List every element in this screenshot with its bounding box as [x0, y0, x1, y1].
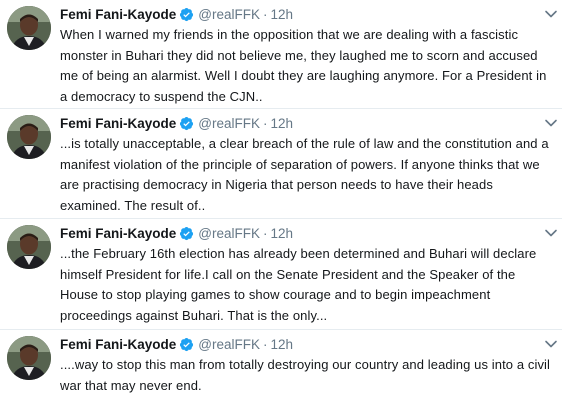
- author-name[interactable]: Femi Fani-Kayode: [60, 7, 176, 22]
- author-name[interactable]: Femi Fani-Kayode: [60, 116, 176, 131]
- author-handle[interactable]: @realFFK: [198, 226, 260, 241]
- tweet-header: Femi Fani-Kayode @realFFK · 12h: [60, 335, 554, 354]
- separator-dot: ·: [263, 116, 268, 131]
- avatar[interactable]: [7, 6, 51, 50]
- tweet-body: Femi Fani-Kayode @realFFK · 12h When I w…: [60, 5, 554, 107]
- timestamp[interactable]: 12h: [271, 116, 294, 131]
- author-name[interactable]: Femi Fani-Kayode: [60, 226, 176, 241]
- tweet-header: Femi Fani-Kayode @realFFK · 12h: [60, 224, 554, 243]
- avatar[interactable]: [7, 336, 51, 380]
- tweet-body: Femi Fani-Kayode @realFFK · 12h ...is to…: [60, 114, 554, 216]
- chevron-down-icon[interactable]: [544, 226, 558, 240]
- tweet-text: ...is totally unacceptable, a clear brea…: [60, 136, 549, 213]
- separator-dot: ·: [263, 226, 268, 241]
- avatar[interactable]: [7, 115, 51, 159]
- tweet-text: ...the February 16th election has alread…: [60, 246, 537, 323]
- tweet-header: Femi Fani-Kayode @realFFK · 12h: [60, 5, 554, 24]
- tweet-body: Femi Fani-Kayode @realFFK · 12h ...the F…: [60, 224, 554, 326]
- separator-dot: ·: [263, 337, 268, 352]
- verified-badge-icon: [179, 337, 194, 352]
- avatar[interactable]: [7, 225, 51, 269]
- tweet-header: Femi Fani-Kayode @realFFK · 12h: [60, 114, 554, 133]
- tweet-text: ....way to stop this man from totally de…: [60, 357, 551, 393]
- chevron-down-icon[interactable]: [544, 337, 558, 351]
- verified-badge-icon: [179, 226, 194, 241]
- author-handle[interactable]: @realFFK: [198, 337, 260, 352]
- author-handle[interactable]: @realFFK: [198, 116, 260, 131]
- tweet[interactable]: Femi Fani-Kayode @realFFK · 12h ...is to…: [0, 109, 562, 219]
- tweet[interactable]: Femi Fani-Kayode @realFFK · 12h ....way …: [0, 330, 562, 404]
- separator-dot: ·: [263, 7, 268, 22]
- tweet-body: Femi Fani-Kayode @realFFK · 12h ....way …: [60, 335, 554, 396]
- verified-badge-icon: [179, 116, 194, 131]
- timestamp[interactable]: 12h: [271, 7, 294, 22]
- tweet-thread: Femi Fani-Kayode @realFFK · 12h When I w…: [0, 0, 562, 404]
- timestamp[interactable]: 12h: [271, 226, 294, 241]
- tweet[interactable]: Femi Fani-Kayode @realFFK · 12h When I w…: [0, 0, 562, 109]
- verified-badge-icon: [179, 7, 194, 22]
- chevron-down-icon[interactable]: [544, 116, 558, 130]
- tweet[interactable]: Femi Fani-Kayode @realFFK · 12h ...the F…: [0, 219, 562, 330]
- timestamp[interactable]: 12h: [271, 337, 294, 352]
- tweet-text: When I warned my friends in the oppositi…: [60, 27, 547, 104]
- chevron-down-icon[interactable]: [544, 7, 558, 21]
- author-name[interactable]: Femi Fani-Kayode: [60, 337, 176, 352]
- author-handle[interactable]: @realFFK: [198, 7, 260, 22]
